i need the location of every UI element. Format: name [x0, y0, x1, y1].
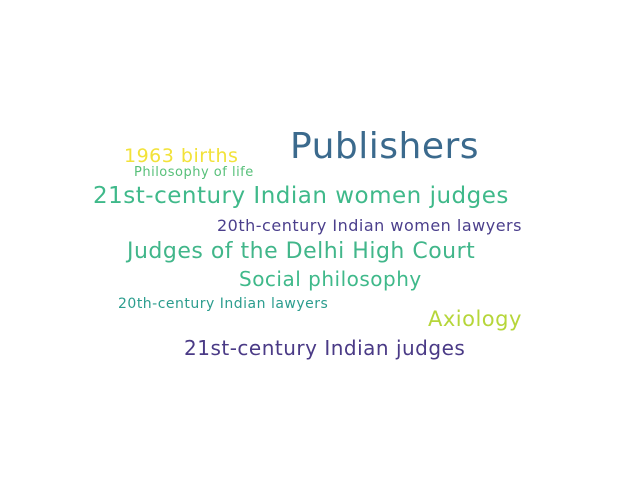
word-social-philosophy: Social philosophy [239, 267, 422, 291]
word-judges-of-the-delhi-high-court: Judges of the Delhi High Court [127, 239, 476, 264]
word-philosophy-of-life: Philosophy of life [134, 165, 254, 180]
word-21st-century-indian-women-judges: 21st-century Indian women judges [93, 183, 509, 209]
word-1963-births: 1963 births [124, 145, 239, 167]
word-20th-century-indian-lawyers: 20th-century Indian lawyers [118, 296, 329, 312]
word-20th-century-indian-women-lawyers: 20th-century Indian women lawyers [217, 216, 522, 235]
word-21st-century-indian-judges: 21st-century Indian judges [184, 336, 466, 360]
word-publishers: Publishers [290, 126, 480, 167]
word-cloud: Publishers 1963 births Philosophy of lif… [0, 0, 640, 480]
word-axiology: Axiology [428, 307, 522, 331]
